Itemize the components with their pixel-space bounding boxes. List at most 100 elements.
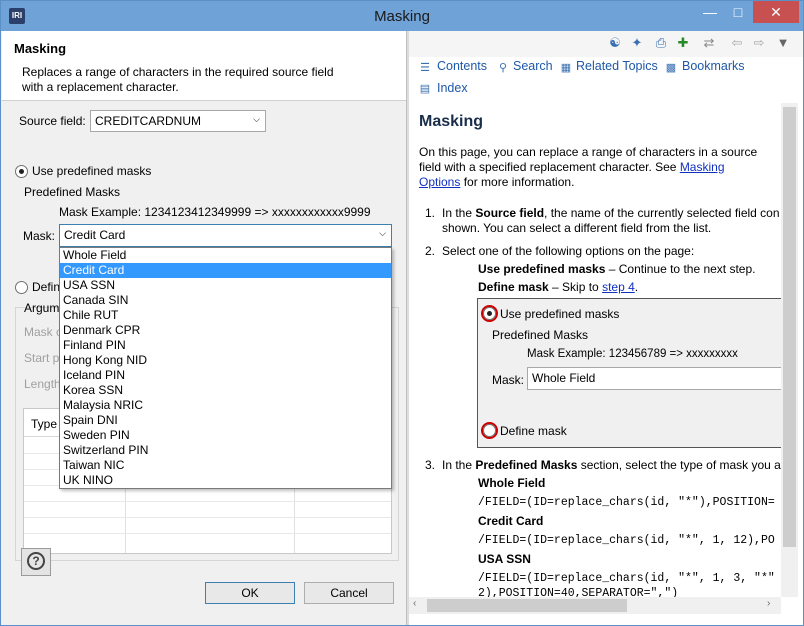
option-define: Define mask – Skip to step 4. [478,280,638,294]
mask-option[interactable]: Whole Field [60,248,391,263]
mask-option[interactable]: Sweden PIN [60,428,391,443]
help-panel: ☯ ✦ ⎙ ✚ ⇄ ⇦ ⇨ ▼ ☰ Contents ⚲ Search ▦ Re… [409,31,803,625]
option-bold: Define mask [478,280,549,294]
shot-radio-icon [483,424,496,437]
step-number: 3. [425,458,436,472]
tab-related-topics[interactable]: Related Topics [576,59,658,73]
mask-example-text: Mask Example: 1234123412349999 => xxxxxx… [59,205,371,219]
sync-icon[interactable]: ⇄ [701,35,717,51]
tab-bookmarks[interactable]: Bookmarks [682,59,745,73]
help-screenshot: Use predefined masks Predefined Masks Ma… [477,298,781,448]
mask-label: Mask: [23,229,56,243]
intro-line-1: On this page, you can replace a range of… [419,145,758,159]
step-text: , the name of the currently selected fie… [544,206,780,220]
source-field-value: CREDITCARDNUM [95,114,201,128]
mask-option[interactable]: Taiwan NIC [60,458,391,473]
mask-option[interactable]: Canada SIN [60,293,391,308]
option-text: . [634,280,639,294]
credit-card-code: /FIELD=(ID=replace_chars(id, "*", 1, 12)… [478,534,775,547]
chevron-down-icon: ⌵ [253,114,260,124]
step3-text: In the Predefined Masks section, select … [442,458,781,472]
tab-search[interactable]: Search [513,59,553,73]
mask-option[interactable]: Chile RUT [60,308,391,323]
mask-option[interactable]: Switzerland PIN [60,443,391,458]
step4-link[interactable]: step 4 [602,280,635,294]
intro-line-3: Options for more information. [419,175,574,189]
masking-link[interactable]: Masking [680,160,725,174]
usa-ssn-code-1: /FIELD=(ID=replace_chars(id, "*", 1, 3, … [478,572,775,585]
step-bold: Predefined Masks [475,458,578,472]
mask-option[interactable]: Iceland PIN [60,368,391,383]
mask-select[interactable]: Credit Card ⌵ [59,224,392,247]
show-in-toc-icon[interactable]: ☯ [607,35,623,51]
question-icon: ? [27,552,45,570]
forward-arrow-icon[interactable]: ⇨ [751,35,767,51]
scroll-thumb[interactable] [427,599,627,612]
ok-button[interactable]: OK [205,582,295,604]
mask-option[interactable]: Korea SSN [60,383,391,398]
mask-option[interactable]: Spain DNI [60,413,391,428]
help-button[interactable]: ? [21,548,51,576]
row-line [24,501,391,502]
mask-option[interactable]: UK NINO [60,473,391,488]
length-label: Length [24,377,61,391]
highlight-icon[interactable]: ✦ [629,35,645,51]
define-mask-radio[interactable] [15,281,28,294]
usa-ssn-code-2: 2),POSITION=40,SEPARATOR=",") [478,587,679,597]
start-position-label: Start p [24,351,60,365]
mask-option[interactable]: Denmark CPR [60,323,391,338]
predefined-masks-label: Predefined Masks [24,185,121,199]
source-field-select[interactable]: CREDITCARDNUM ⌵ [90,110,266,132]
shot-define-label: Define mask [500,424,567,438]
horizontal-scrollbar[interactable]: ‹ › [409,597,781,614]
wizard-panel: Masking Replaces a range of characters i… [2,31,406,625]
vertical-scrollbar[interactable] [781,103,798,597]
chevron-down-icon: ⌵ [379,228,386,238]
maximize-icon[interactable]: □ [725,1,751,23]
scroll-thumb[interactable] [783,107,796,547]
mask-option[interactable]: Hong Kong NID [60,353,391,368]
bookmark-add-icon[interactable]: ✚ [675,35,691,51]
whole-field-code: /FIELD=(ID=replace_chars(id, "*"),POSITI… [478,496,775,509]
use-predefined-radio[interactable] [15,165,28,178]
table-col-type: Type [31,417,58,431]
step1-text: In the Source field, the name of the cur… [442,206,780,220]
wizard-header: Masking Replaces a range of characters i… [2,31,406,101]
mask-option[interactable]: Malaysia NRIC [60,398,391,413]
step-number: 1. [425,206,436,220]
window-title: Masking [374,8,430,25]
usa-ssn-title: USA SSN [478,552,531,566]
step-text: section, select the type of mask you a [577,458,781,472]
step-text: In the [442,458,476,472]
mask-dropdown-list[interactable]: Whole Field Credit Card USA SSN Canada SIN C… [59,247,392,489]
help-heading: Masking [419,113,484,130]
back-arrow-icon[interactable]: ⇦ [729,35,745,51]
intro-text: for more information. [460,175,575,189]
mask-option[interactable]: USA SSN [60,278,391,293]
step2-text: Select one of the following options on t… [442,244,695,258]
bookmarks-icon: ▩ [665,62,677,74]
tab-index[interactable]: Index [437,81,468,95]
view-menu-icon[interactable]: ▼ [775,35,791,51]
intro-text: field with a specified replacement chara… [419,160,680,174]
mask-option[interactable]: Finland PIN [60,338,391,353]
title-bar: IRI Masking — □ ✕ [1,1,803,31]
shot-example: Mask Example: 123456789 => xxxxxxxxx [527,348,738,360]
minimize-icon[interactable]: — [697,1,723,23]
whole-field-title: Whole Field [478,476,546,490]
credit-card-title: Credit Card [478,514,544,528]
option-bold: Use predefined masks [478,262,606,276]
scroll-right-icon[interactable]: › [767,598,770,609]
intro-line-2: field with a specified replacement chara… [419,160,725,174]
options-link[interactable]: Options [419,175,460,189]
cancel-button[interactable]: Cancel [304,582,394,604]
arguments-label: Argum [24,301,60,315]
shot-mask-select: Whole Field [527,367,781,390]
step1-text-2: shown. You can select a different field … [442,221,712,235]
mask-option[interactable]: Credit Card [60,263,391,278]
close-icon[interactable]: ✕ [753,1,799,23]
scroll-left-icon[interactable]: ‹ [413,598,416,609]
print-icon[interactable]: ⎙ [653,35,669,51]
tab-contents[interactable]: Contents [437,59,487,73]
option-predefined: Use predefined masks – Continue to the n… [478,262,756,276]
